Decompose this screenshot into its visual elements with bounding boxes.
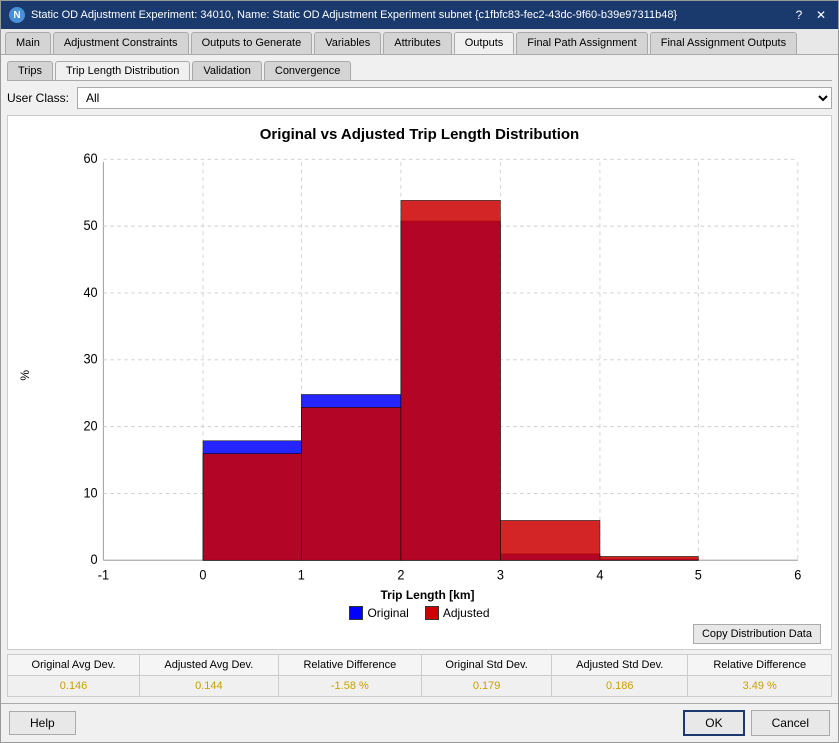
window-title: Static OD Adjustment Experiment: 34010, … bbox=[31, 9, 677, 21]
subtab-trips[interactable]: Trips bbox=[7, 61, 53, 80]
title-bar: N Static OD Adjustment Experiment: 34010… bbox=[1, 1, 838, 29]
svg-text:-1: -1 bbox=[98, 567, 109, 583]
main-window: N Static OD Adjustment Experiment: 34010… bbox=[0, 0, 839, 743]
ok-button[interactable]: OK bbox=[683, 710, 744, 736]
user-class-label: User Class: bbox=[7, 91, 69, 105]
tab-main[interactable]: Main bbox=[5, 32, 51, 54]
user-class-row: User Class: All bbox=[7, 87, 832, 109]
legend-adjusted-label: Adjusted bbox=[443, 606, 490, 620]
tab-attributes[interactable]: Attributes bbox=[383, 32, 451, 54]
svg-text:40: 40 bbox=[84, 284, 98, 300]
svg-text:30: 30 bbox=[84, 351, 98, 367]
close-button[interactable]: ✕ bbox=[812, 6, 830, 24]
chart-legend: Original Adjusted bbox=[349, 606, 489, 620]
help-button[interactable]: Help bbox=[9, 711, 76, 735]
svg-text:2: 2 bbox=[397, 567, 404, 583]
app-icon: N bbox=[9, 7, 25, 23]
x-axis-label: Trip Length [km] bbox=[34, 588, 821, 602]
sub-tab-bar: Trips Trip Length Distribution Validatio… bbox=[7, 61, 832, 81]
subtab-convergence[interactable]: Convergence bbox=[264, 61, 351, 80]
val-original-avg-dev: 0.146 bbox=[8, 676, 140, 697]
tab-final-path-assignment[interactable]: Final Path Assignment bbox=[516, 32, 647, 54]
svg-text:6: 6 bbox=[794, 567, 801, 583]
tab-adjustment-constraints[interactable]: Adjustment Constraints bbox=[53, 32, 189, 54]
stats-table: Original Avg Dev. Adjusted Avg Dev. Rela… bbox=[7, 654, 832, 697]
chart-title: Original vs Adjusted Trip Length Distrib… bbox=[260, 126, 579, 143]
svg-text:0: 0 bbox=[91, 552, 98, 568]
main-tab-bar: Main Adjustment Constraints Outputs to G… bbox=[1, 29, 838, 55]
tab-outputs-to-generate[interactable]: Outputs to Generate bbox=[191, 32, 313, 54]
y-axis-label: % bbox=[18, 370, 32, 381]
legend-original: Original bbox=[349, 606, 408, 620]
adjusted-color-swatch bbox=[425, 606, 439, 620]
header-relative-diff-2: Relative Difference bbox=[688, 655, 832, 676]
tab-final-assignment-outputs[interactable]: Final Assignment Outputs bbox=[650, 32, 797, 54]
header-original-std-dev: Original Std Dev. bbox=[422, 655, 552, 676]
copy-distribution-button[interactable]: Copy Distribution Data bbox=[693, 624, 821, 644]
val-relative-diff-1: -1.58 % bbox=[278, 676, 422, 697]
val-adjusted-std-dev: 0.186 bbox=[552, 676, 688, 697]
val-adjusted-avg-dev: 0.144 bbox=[140, 676, 279, 697]
help-title-button[interactable]: ? bbox=[790, 6, 808, 24]
val-original-std-dev: 0.179 bbox=[422, 676, 552, 697]
chart-container: Original vs Adjusted Trip Length Distrib… bbox=[7, 115, 832, 650]
chart-main: 0 10 20 30 40 50 60 -1 0 1 2 3 bbox=[34, 149, 821, 602]
footer: Help OK Cancel bbox=[1, 703, 838, 742]
legend-adjusted: Adjusted bbox=[425, 606, 490, 620]
header-relative-diff-1: Relative Difference bbox=[278, 655, 422, 676]
svg-text:0: 0 bbox=[199, 567, 206, 583]
svg-text:5: 5 bbox=[695, 567, 702, 583]
svg-text:10: 10 bbox=[84, 485, 98, 501]
tab-outputs[interactable]: Outputs bbox=[454, 32, 515, 54]
header-adjusted-avg-dev: Adjusted Avg Dev. bbox=[140, 655, 279, 676]
original-color-swatch bbox=[349, 606, 363, 620]
subtab-trip-length-distribution[interactable]: Trip Length Distribution bbox=[55, 61, 190, 80]
user-class-select[interactable]: All bbox=[77, 87, 832, 109]
subtab-validation[interactable]: Validation bbox=[192, 61, 262, 80]
legend-original-label: Original bbox=[367, 606, 408, 620]
svg-text:50: 50 bbox=[84, 217, 98, 233]
svg-text:60: 60 bbox=[84, 151, 98, 167]
header-original-avg-dev: Original Avg Dev. bbox=[8, 655, 140, 676]
tab-variables[interactable]: Variables bbox=[314, 32, 381, 54]
svg-text:1: 1 bbox=[298, 567, 305, 583]
copy-btn-row: Copy Distribution Data bbox=[18, 624, 821, 644]
header-adjusted-std-dev: Adjusted Std Dev. bbox=[552, 655, 688, 676]
stats-row: 0.146 0.144 -1.58 % 0.179 0.186 3.49 % bbox=[8, 676, 832, 697]
chart-body: % bbox=[18, 149, 821, 602]
svg-text:3: 3 bbox=[497, 567, 504, 583]
chart-plot: 0 10 20 30 40 50 60 -1 0 1 2 3 bbox=[34, 149, 821, 586]
svg-text:20: 20 bbox=[84, 418, 98, 434]
svg-text:4: 4 bbox=[596, 567, 604, 583]
content-area: Trips Trip Length Distribution Validatio… bbox=[1, 55, 838, 703]
chart-svg: 0 10 20 30 40 50 60 -1 0 1 2 3 bbox=[34, 149, 821, 586]
cancel-button[interactable]: Cancel bbox=[751, 710, 830, 736]
val-relative-diff-2: 3.49 % bbox=[688, 676, 832, 697]
